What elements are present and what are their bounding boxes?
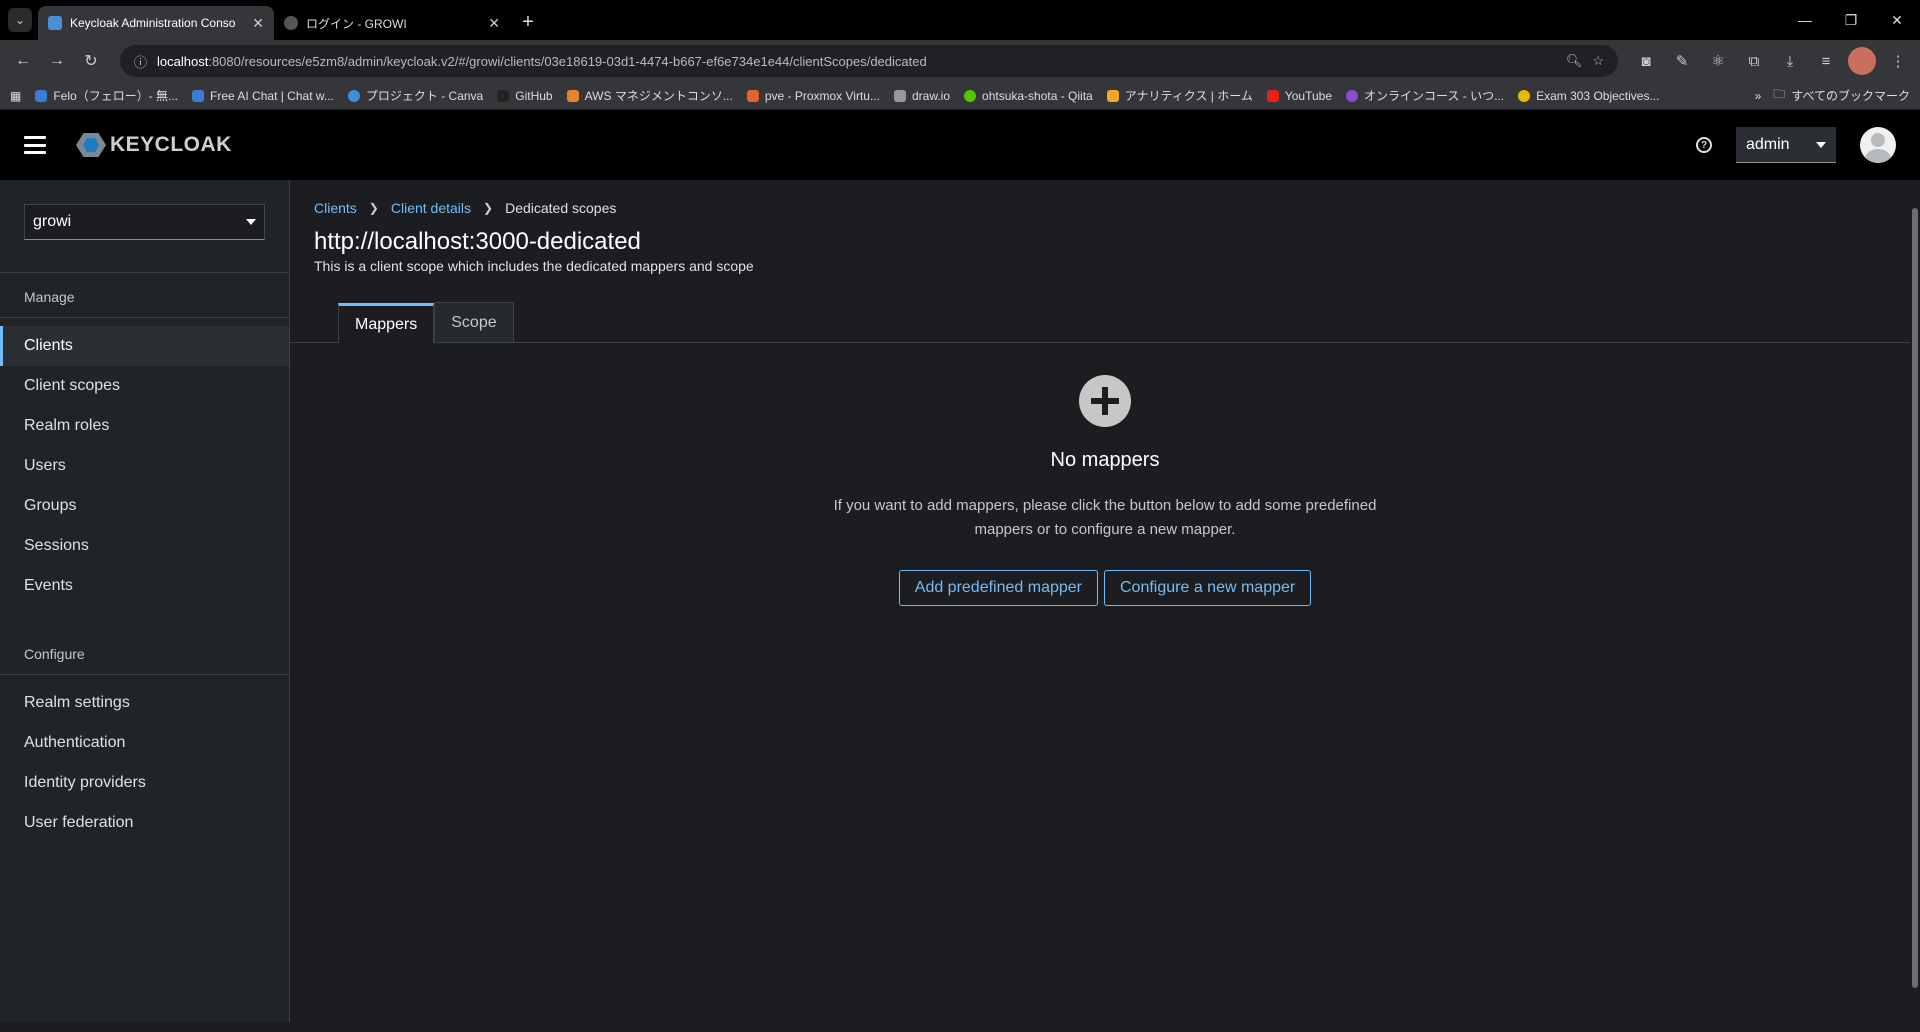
- bookmark-item[interactable]: Free AI Chat | Chat w...: [192, 89, 334, 103]
- breadcrumb: Clients ❯ Client details ❯ Dedicated sco…: [290, 180, 1920, 216]
- section-title-manage: Manage: [24, 289, 75, 305]
- browser-tabbar: ⌄ Keycloak Administration Conso ✕ ログイン -…: [0, 0, 1920, 40]
- sidebar-item-events[interactable]: Events: [0, 566, 289, 606]
- main-content: Clients ❯ Client details ❯ Dedicated sco…: [290, 180, 1920, 1022]
- sidebar-item-authentication[interactable]: Authentication: [0, 723, 289, 763]
- realm-selector[interactable]: growi: [24, 204, 265, 240]
- configure-new-mapper-button[interactable]: Configure a new mapper: [1104, 570, 1312, 606]
- keycloak-logo-icon: [76, 133, 106, 157]
- menu-icon[interactable]: ⋮: [1884, 47, 1912, 75]
- tab-title: Keycloak Administration Conso: [70, 16, 236, 30]
- pen-extension-icon[interactable]: ✎: [1668, 47, 1696, 75]
- close-tab-icon[interactable]: ✕: [252, 15, 264, 32]
- sidebar: growi Manage Clients Client scopes Realm…: [0, 180, 290, 1022]
- reload-icon[interactable]: ↻: [76, 46, 106, 76]
- all-bookmarks-folder[interactable]: 🗀 すべてのブックマーク: [1773, 85, 1910, 106]
- sidebar-item-realm-settings[interactable]: Realm settings: [0, 683, 289, 723]
- folder-icon: 🗀: [1773, 87, 1786, 101]
- profile-avatar[interactable]: [1848, 47, 1876, 75]
- tab-mappers[interactable]: Mappers: [338, 303, 435, 343]
- keycloak-logo[interactable]: KEYCLOAK: [76, 133, 232, 157]
- chevron-right-icon: ❯: [483, 201, 494, 215]
- address-bar[interactable]: ⓘ localhost:8080/resources/e5zm8/admin/k…: [120, 45, 1618, 77]
- avatar[interactable]: [1860, 127, 1896, 163]
- minimize-icon[interactable]: —: [1782, 0, 1828, 40]
- add-predefined-mapper-button[interactable]: Add predefined mapper: [898, 570, 1098, 606]
- bookmark-item[interactable]: プロジェクト - Canva: [347, 87, 483, 104]
- empty-state-actions: Add predefined mapper Configure a new ma…: [290, 570, 1920, 606]
- breadcrumb-current: Dedicated scopes: [505, 200, 617, 216]
- tab-list: Mappers Scope: [290, 302, 1920, 343]
- sidebar-item-realm-roles[interactable]: Realm roles: [0, 406, 289, 446]
- apps-grid-icon[interactable]: ▦: [10, 89, 21, 103]
- url-text: localhost:8080/resources/e5zm8/admin/key…: [157, 53, 927, 69]
- more-bookmarks-icon[interactable]: »: [1755, 89, 1762, 103]
- media-icon[interactable]: ≡: [1812, 47, 1840, 75]
- page-description: This is a client scope which includes th…: [314, 258, 754, 274]
- bookmark-item[interactable]: AWS マネジメントコンソ...: [566, 87, 733, 104]
- browser-tab-growi[interactable]: ログイン - GROWI ✕: [274, 6, 510, 40]
- sidebar-item-clients[interactable]: Clients: [0, 326, 289, 366]
- bookmark-item[interactable]: オンラインコース - いつ...: [1346, 87, 1504, 104]
- user-dropdown[interactable]: admin: [1736, 127, 1836, 163]
- close-window-icon[interactable]: ✕: [1874, 0, 1920, 40]
- bookmark-item[interactable]: Exam 303 Objectives...: [1518, 89, 1659, 103]
- sidebar-item-groups[interactable]: Groups: [0, 486, 289, 526]
- help-icon[interactable]: ?: [1696, 137, 1712, 153]
- bookmark-item[interactable]: GitHub: [497, 89, 553, 103]
- bookmark-item[interactable]: アナリティクス | ホーム: [1106, 87, 1253, 104]
- zoom-icon[interactable]: 🔍︎: [1566, 53, 1583, 69]
- page-title: http://localhost:3000-dedicated: [314, 228, 641, 255]
- page-scrollbar[interactable]: [1910, 180, 1920, 1022]
- plus-circle-icon: [1079, 375, 1131, 427]
- bookmark-item[interactable]: pve - Proxmox Virtu...: [746, 89, 880, 103]
- tab-title: ログイン - GROWI: [306, 16, 407, 31]
- caret-down-icon: [246, 219, 256, 225]
- react-extension-icon[interactable]: ⚛: [1704, 47, 1732, 75]
- back-arrow-icon[interactable]: ←: [8, 46, 38, 76]
- tab-scope[interactable]: Scope: [434, 302, 514, 342]
- window-controls: — ❐ ✕: [1782, 0, 1920, 40]
- bookmark-item[interactable]: YouTube: [1266, 89, 1332, 103]
- chevron-right-icon: ❯: [368, 201, 379, 215]
- sidebar-item-client-scopes[interactable]: Client scopes: [0, 366, 289, 406]
- caret-down-icon: [1816, 141, 1826, 148]
- breadcrumb-client-details-link[interactable]: Client details: [391, 200, 471, 216]
- empty-state-body: If you want to add mappers, please click…: [833, 497, 1377, 538]
- download-icon[interactable]: ⤓: [1776, 47, 1804, 75]
- close-tab-icon[interactable]: ✕: [488, 15, 500, 32]
- browser-tab-keycloak[interactable]: Keycloak Administration Conso ✕: [38, 6, 274, 40]
- forward-arrow-icon[interactable]: →: [42, 46, 72, 76]
- site-info-icon[interactable]: ⓘ: [134, 52, 147, 71]
- app-header: KEYCLOAK ? admin: [0, 110, 1920, 180]
- bookmark-item[interactable]: draw.io: [893, 89, 950, 103]
- empty-state: No mappers If you want to add mappers, p…: [290, 343, 1920, 606]
- keycloak-favicon-icon: [48, 16, 62, 30]
- tab-search-button[interactable]: ⌄: [8, 8, 32, 32]
- sidebar-item-identity-providers[interactable]: Identity providers: [0, 763, 289, 803]
- browser-toolbar: ← → ↻ ⓘ localhost:8080/resources/e5zm8/a…: [0, 40, 1920, 82]
- growi-favicon-icon: [284, 16, 298, 30]
- section-title-configure: Configure: [24, 646, 85, 662]
- camera-extension-icon[interactable]: ◙: [1632, 47, 1660, 75]
- new-tab-button[interactable]: +: [514, 8, 542, 36]
- bookmark-item[interactable]: ohtsuka-shota - Qiita: [964, 89, 1093, 103]
- hamburger-menu-icon[interactable]: [24, 136, 46, 154]
- restore-icon[interactable]: ❐: [1828, 0, 1874, 40]
- bookmarks-bar: ▦ Felo（フェロー）- 無... Free AI Chat | Chat w…: [0, 82, 1920, 110]
- breadcrumb-clients-link[interactable]: Clients: [314, 200, 357, 216]
- bookmark-item[interactable]: Felo（フェロー）- 無...: [35, 87, 178, 104]
- sidebar-item-sessions[interactable]: Sessions: [0, 526, 289, 566]
- sidebar-item-user-federation[interactable]: User federation: [0, 803, 289, 843]
- extensions-icon[interactable]: ⧉: [1740, 47, 1768, 75]
- sidebar-item-users[interactable]: Users: [0, 446, 289, 486]
- bookmark-star-icon[interactable]: ☆: [1592, 53, 1604, 69]
- empty-state-title: No mappers: [1050, 449, 1160, 471]
